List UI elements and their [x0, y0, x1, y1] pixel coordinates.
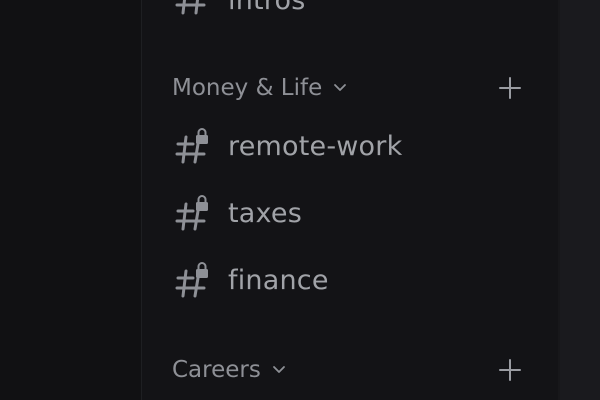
channel-item-finance[interactable]: finance	[174, 258, 329, 302]
add-channel-plus-icon[interactable]	[498, 358, 522, 382]
category-header-careers[interactable]: Careers	[172, 354, 287, 386]
add-channel-plus-icon[interactable]	[498, 76, 522, 100]
category-header-money-life[interactable]: Money & Life	[172, 72, 348, 104]
channel-label: remote-work	[228, 130, 403, 162]
channel-label: taxes	[228, 197, 302, 229]
channel-item-remote-work[interactable]: remote-work	[174, 124, 402, 168]
hash-icon	[174, 0, 210, 18]
right-panel-edge	[558, 0, 600, 400]
category-label: Careers	[172, 357, 261, 383]
channel-item-taxes[interactable]: taxes	[174, 191, 302, 235]
locked-hash-icon	[174, 195, 210, 231]
channel-item-intros[interactable]: intros	[174, 0, 306, 22]
chevron-down-icon	[334, 84, 347, 91]
server-rail	[0, 0, 141, 400]
locked-hash-icon	[174, 262, 210, 298]
locked-hash-icon	[174, 128, 210, 164]
channel-label: finance	[228, 264, 329, 296]
category-label: Money & Life	[172, 75, 323, 101]
panel-divider	[558, 0, 560, 400]
channel-label: intros	[228, 0, 306, 16]
app-window: intros Money & Life remote-work taxes fi…	[0, 0, 600, 400]
chevron-down-icon	[272, 366, 285, 373]
